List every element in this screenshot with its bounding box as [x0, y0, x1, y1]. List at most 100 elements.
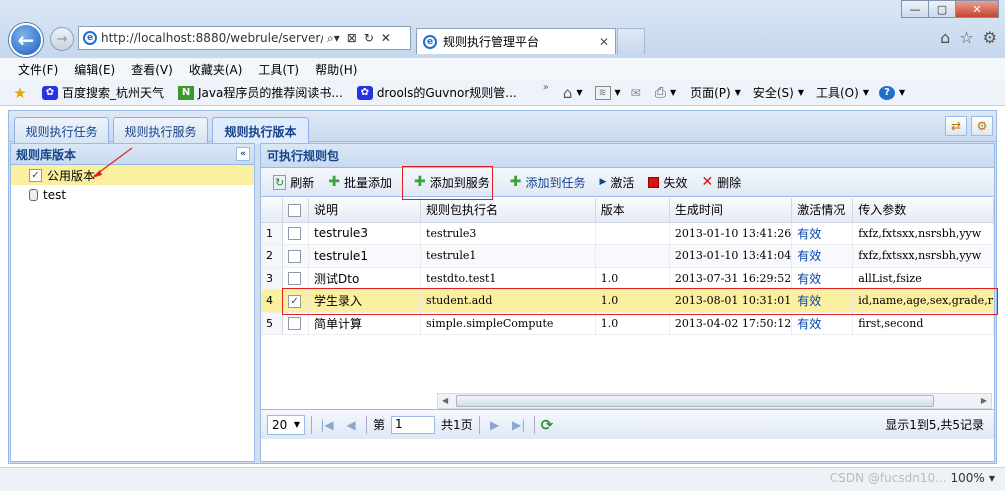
- chevron-more-icon[interactable]: »: [543, 82, 549, 93]
- highlight-add-to-service: [402, 166, 493, 200]
- menu-bar: 文件(F) 编辑(E) 查看(V) 收藏夹(A) 工具(T) 帮助(H): [0, 58, 1005, 80]
- settings-icon[interactable]: ⚙: [971, 116, 993, 136]
- collapse-icon[interactable]: «: [236, 147, 250, 161]
- page-menu[interactable]: 页面(P) ▼: [690, 84, 741, 101]
- menu-favorites[interactable]: 收藏夹(A): [189, 61, 243, 78]
- url-text[interactable]: http://localhost:8880/webrule/server/#: [101, 31, 323, 45]
- menu-tools[interactable]: 工具(T): [258, 61, 299, 78]
- table-row[interactable]: 2 testrule1 testrule1 2013-01-10 13:41:04 有效…: [261, 244, 994, 268]
- favorite-drools[interactable]: ✿ drools的Guvnor规则管...: [356, 84, 517, 101]
- gear-icon[interactable]: ⚙: [983, 28, 997, 47]
- cell-activation[interactable]: 有效: [791, 267, 854, 290]
- next-page-icon[interactable]: ▶: [486, 418, 504, 432]
- reload-icon[interactable]: ⟳: [541, 416, 554, 434]
- close-window-button[interactable]: ✕: [955, 0, 999, 18]
- refresh-swap-icon[interactable]: ⇄: [945, 116, 967, 136]
- cell-params: allList,fsize: [852, 267, 994, 290]
- cell-activation[interactable]: 有效: [791, 244, 854, 268]
- checkbox-icon[interactable]: [288, 272, 302, 285]
- cell-activation[interactable]: 有效: [791, 222, 854, 245]
- checkbox-icon[interactable]: [288, 227, 302, 240]
- cell-package-name: testrule1: [420, 244, 596, 268]
- compat-icon[interactable]: ⊠: [347, 31, 357, 46]
- row-checkbox[interactable]: [282, 244, 310, 268]
- page-size-select[interactable]: 20 ▼: [267, 414, 305, 435]
- refresh-button[interactable]: ↻ 刷新: [267, 171, 320, 193]
- star-icon[interactable]: ☆: [959, 28, 973, 47]
- batch-add-button[interactable]: ✚ 批量添加: [322, 171, 398, 193]
- activate-button[interactable]: ▶ 激活: [593, 171, 640, 193]
- search-icon[interactable]: ⌕▾: [327, 31, 340, 46]
- row-checkbox[interactable]: [282, 267, 310, 290]
- tab-close-icon[interactable]: ✕: [599, 35, 609, 49]
- address-bar[interactable]: e http://localhost:8880/webrule/server/#…: [78, 26, 411, 50]
- tab-rule-versions[interactable]: 规则执行版本: [212, 117, 309, 144]
- ie-tab-icon: e: [423, 34, 437, 49]
- help-command[interactable]: ? ▼: [878, 85, 905, 100]
- menu-edit[interactable]: 编辑(E): [74, 61, 115, 78]
- forward-button[interactable]: →: [50, 27, 74, 51]
- delete-button[interactable]: ✕ 删除: [695, 171, 747, 193]
- minimize-button[interactable]: —: [901, 0, 929, 18]
- favorites-star-icon[interactable]: ★: [12, 84, 28, 102]
- table-row[interactable]: 3 测试Dto testdto.test1 1.0 2013-07-31 16:29:5…: [261, 267, 994, 290]
- tab-rule-services[interactable]: 规则执行服务: [113, 117, 208, 144]
- cell-description: testrule1: [308, 244, 422, 268]
- stop-icon[interactable]: ✕: [381, 31, 391, 46]
- first-page-icon[interactable]: |◀: [318, 418, 336, 432]
- cell-package-name: testrule3: [420, 222, 596, 245]
- column-version[interactable]: 版本: [595, 198, 670, 223]
- select-all-checkbox[interactable]: [282, 198, 310, 223]
- scroll-thumb[interactable]: [456, 395, 934, 407]
- favorite-baidu[interactable]: ✿ 百度搜索_杭州天气: [42, 84, 164, 101]
- maximize-button[interactable]: ▢: [928, 0, 956, 18]
- menu-file[interactable]: 文件(F): [18, 61, 58, 78]
- horizontal-scrollbar[interactable]: ◀ ▶: [437, 393, 992, 409]
- refresh-icon[interactable]: ↻: [364, 31, 374, 46]
- cell-created-time: 2013-01-10 13:41:26: [669, 222, 793, 245]
- deactivate-button[interactable]: 失效: [642, 171, 693, 193]
- tab-rule-tasks[interactable]: 规则执行任务: [14, 117, 109, 144]
- table-row[interactable]: 1 testrule3 testrule3 2013-01-10 13:41:26 有效…: [261, 222, 994, 245]
- cell-description: 简单计算: [308, 312, 422, 335]
- home-command[interactable]: ⌂ ▼: [563, 84, 583, 102]
- prev-page-icon[interactable]: ◀: [342, 418, 360, 432]
- column-activation[interactable]: 激活情况: [791, 198, 854, 223]
- page-total: 共1页: [441, 418, 473, 432]
- browser-tab[interactable]: e 规则执行管理平台 ✕: [416, 28, 616, 54]
- add-to-task-button[interactable]: ✚ 添加到任务: [504, 171, 592, 193]
- new-tab-button[interactable]: [617, 28, 645, 54]
- zoom-level[interactable]: 100%: [951, 471, 985, 485]
- row-checkbox[interactable]: [282, 312, 310, 335]
- feeds-command[interactable]: ≋ ▼: [594, 85, 621, 100]
- menu-view[interactable]: 查看(V): [131, 61, 173, 78]
- print-command[interactable]: ⎙ ▼: [655, 85, 676, 101]
- home-icon[interactable]: ⌂: [940, 28, 950, 47]
- tree-node-test[interactable]: test: [11, 185, 254, 205]
- zoom-control[interactable]: CSDN @fucsdn10... 100% ▼: [830, 471, 995, 485]
- checkbox-icon[interactable]: [288, 249, 302, 263]
- column-params[interactable]: 传入参数: [852, 198, 994, 223]
- column-created-time[interactable]: 生成时间: [669, 198, 793, 223]
- scroll-right-icon[interactable]: ▶: [981, 396, 987, 405]
- cell-activation[interactable]: 有效: [791, 312, 854, 335]
- menu-help[interactable]: 帮助(H): [315, 61, 357, 78]
- scroll-left-icon[interactable]: ◀: [442, 396, 448, 405]
- back-button[interactable]: ←: [9, 23, 43, 57]
- tools-menu[interactable]: 工具(O) ▼: [816, 84, 869, 101]
- mail-command[interactable]: ✉: [631, 86, 641, 100]
- table-row[interactable]: 5 简单计算 simple.simpleCompute 1.0 2013-04-02 1…: [261, 312, 994, 335]
- page-info: 显示1到5,共5记录: [885, 418, 984, 432]
- safety-menu[interactable]: 安全(S) ▼: [753, 84, 804, 101]
- favorite-java-books[interactable]: N Java程序员的推荐阅读书...: [178, 84, 343, 101]
- plus-icon: ✚: [328, 174, 340, 190]
- checkbox-icon[interactable]: [288, 317, 302, 330]
- page-number-input[interactable]: 1: [391, 415, 436, 434]
- n-site-icon: N: [178, 85, 195, 100]
- column-package-name[interactable]: 规则包执行名: [420, 198, 596, 223]
- page-prefix: 第: [373, 418, 386, 432]
- app-tab-strip: 规则执行任务 规则执行服务 规则执行版本: [8, 110, 997, 144]
- column-description[interactable]: 说明: [308, 198, 422, 223]
- last-page-icon[interactable]: ▶|: [510, 418, 528, 432]
- row-checkbox[interactable]: [282, 222, 310, 245]
